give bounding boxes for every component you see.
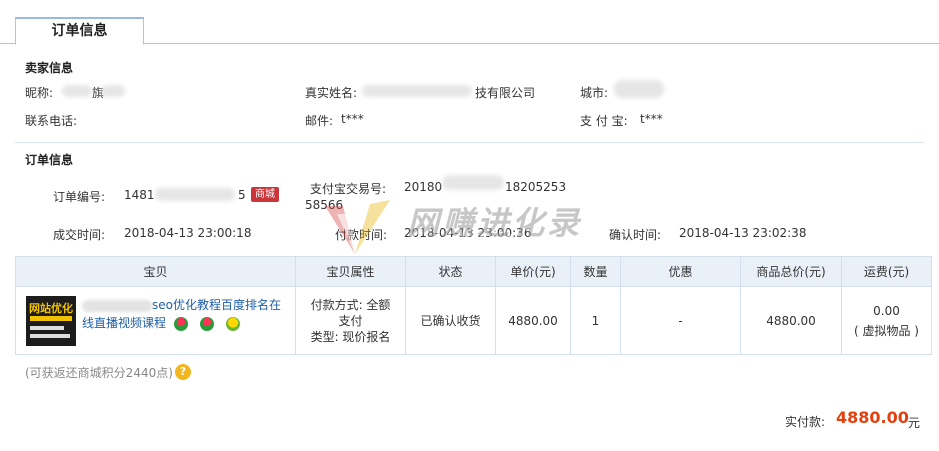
col-header-shipping: 运费(元): [841, 256, 932, 287]
unit-price: 4880.00: [495, 286, 571, 355]
confirm-time-label: 确认时间:: [609, 228, 662, 242]
col-header-attr: 宝贝属性: [295, 256, 406, 287]
confirm-time-value: 2018-04-13 23:02:38: [679, 226, 807, 240]
alipay-value: t***: [640, 112, 663, 126]
deal-time-value: 2018-04-13 23:00:18: [124, 226, 252, 240]
help-icon[interactable]: ?: [175, 364, 191, 380]
phone-label: 联系电话:: [25, 114, 78, 128]
quantity: 1: [570, 286, 621, 355]
col-header-quantity: 数量: [570, 256, 621, 287]
order-items-table: 宝贝 宝贝属性 状态 单价(元) 数量 优惠 商品总价(元) 运费(元) 网站优…: [15, 256, 932, 355]
realname-label: 真实姓名:: [305, 86, 358, 100]
nickname-label: 昵称:: [25, 86, 54, 100]
product-name-link[interactable]: seo优化教程百度排名在 线直播视频课程: [82, 296, 282, 333]
product-name-redacted: [82, 299, 152, 312]
order-no-label: 订单编号:: [53, 190, 106, 204]
deal-time-label: 成交时间:: [53, 228, 106, 242]
city-redacted: [614, 80, 664, 98]
item-total: 4880.00: [740, 286, 842, 355]
nickname-redacted: [62, 85, 92, 97]
city-label: 城市:: [580, 86, 609, 100]
mall-badge: 商城: [251, 187, 279, 202]
email-label: 邮件:: [305, 114, 334, 128]
realname-value: 技有限公司: [475, 86, 536, 100]
col-header-status: 状态: [405, 256, 496, 287]
tab-bar: 订单信息: [0, 0, 939, 45]
order-no-suffix: 5: [238, 188, 246, 202]
pay-time-label: 付款时间:: [335, 228, 388, 242]
email-value: t***: [341, 112, 364, 126]
col-header-unit-price: 单价(元): [495, 256, 571, 287]
table-header-row: 宝贝 宝贝属性 状态 单价(元) 数量 优惠 商品总价(元) 运费(元): [15, 256, 932, 287]
shipping-fee: 0.00 ( 虚拟物品 ): [841, 286, 932, 355]
table-row: 网站优化 seo优化教程百度排名在 线直播视频课程 付款方式: 全额 支付 类型…: [15, 286, 932, 355]
pay-time-value: 2018-04-13 23:00:36: [404, 226, 532, 240]
nickname-redacted-2: [101, 85, 125, 97]
order-section-title: 订单信息: [25, 153, 74, 167]
points-note: (可获返还商城积分2440点): [25, 366, 173, 380]
alipay-trade-redacted: [442, 175, 504, 190]
service-icon[interactable]: [225, 317, 240, 331]
alipay-trade-line2: 58566: [305, 198, 344, 212]
alipay-trade-mid: 18205253: [505, 180, 567, 194]
paid-unit: 元: [908, 416, 921, 430]
authentic-icon[interactable]: [199, 317, 214, 331]
product-cell: 网站优化 seo优化教程百度排名在 线直播视频课程: [15, 286, 296, 355]
section-divider: [15, 142, 924, 143]
order-no-prefix: 1481: [124, 188, 155, 202]
realname-redacted: [362, 85, 472, 97]
tab-order-info[interactable]: 订单信息: [15, 17, 144, 45]
discount: -: [620, 286, 741, 355]
order-status: 已确认收货: [405, 286, 496, 355]
product-attributes: 付款方式: 全额 支付 类型: 现价报名: [295, 286, 406, 355]
col-header-item: 宝贝: [15, 256, 296, 287]
seller-section-title: 卖家信息: [25, 61, 74, 75]
col-header-total: 商品总价(元): [740, 256, 842, 287]
alipay-trade-prefix: 20180: [404, 180, 443, 194]
paid-label: 实付款:: [785, 415, 826, 429]
guarantee-icon[interactable]: [173, 317, 188, 331]
alipay-label: 支 付 宝:: [580, 114, 628, 128]
paid-amount: 4880.00: [836, 408, 909, 427]
col-header-discount: 优惠: [620, 256, 741, 287]
product-thumbnail[interactable]: 网站优化: [26, 296, 76, 346]
alipay-trade-label: 支付宝交易号:: [310, 182, 387, 196]
order-no-redacted: [155, 188, 235, 201]
